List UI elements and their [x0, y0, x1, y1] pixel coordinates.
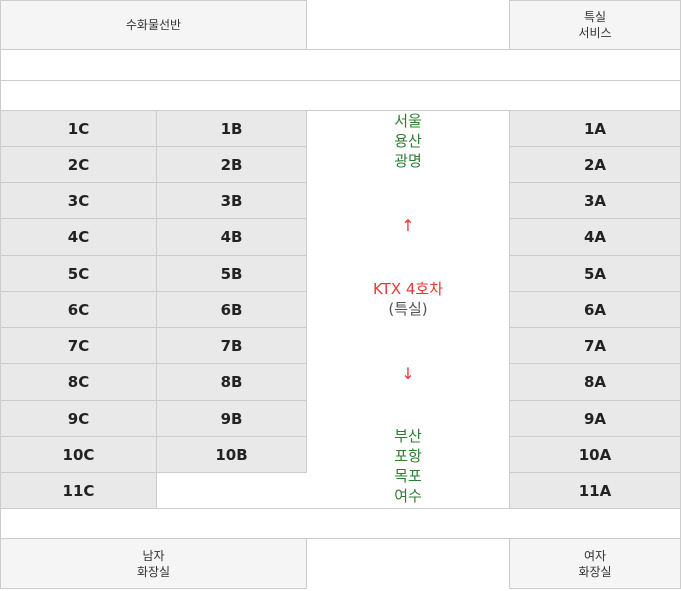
seat-1c[interactable]: 1C [0, 110, 157, 147]
seat-10c[interactable]: 10C [0, 436, 157, 473]
seat-7b[interactable]: 7B [156, 327, 307, 364]
aisle-band-second [0, 80, 681, 111]
station-seoul: 서울 [394, 112, 422, 130]
seat-2c[interactable]: 2C [0, 146, 157, 183]
mens-restroom: 남자 화장실 [0, 538, 307, 589]
seat-10a[interactable]: 10A [509, 436, 681, 473]
aisle-band-top [0, 49, 681, 81]
seat-8c[interactable]: 8C [0, 363, 157, 401]
seat-9b[interactable]: 9B [156, 400, 307, 437]
seat-7a[interactable]: 7A [509, 327, 681, 364]
seat-11a[interactable]: 11A [509, 472, 681, 509]
seat-6b[interactable]: 6B [156, 291, 307, 328]
seat-6c[interactable]: 6C [0, 291, 157, 328]
seat-5a[interactable]: 5A [509, 255, 681, 292]
seat-4a[interactable]: 4A [509, 218, 681, 256]
womens-restroom: 여자 화장실 [509, 538, 681, 589]
up-arrow-icon: ↑ [401, 216, 415, 235]
seat-11c[interactable]: 11C [0, 472, 157, 509]
car-title: KTX 4호차 [372, 280, 444, 298]
station-gwangmyeong: 광명 [394, 152, 422, 170]
station-mokpo: 목포 [394, 467, 422, 485]
luggage-shelf-label: 수화물선반 [125, 18, 182, 32]
seat-5b[interactable]: 5B [156, 255, 307, 292]
down-arrow-icon: ↓ [401, 364, 415, 383]
first-class-service-label-2: 서비스 [578, 26, 612, 40]
seat-8b[interactable]: 8B [156, 363, 307, 401]
aisle-band-bottom [0, 508, 681, 539]
seat-3a[interactable]: 3A [509, 182, 681, 219]
station-yongsan: 용산 [394, 132, 422, 150]
station-pohang: 포항 [394, 447, 422, 465]
seat-9c[interactable]: 9C [0, 400, 157, 437]
seat-4c[interactable]: 4C [0, 218, 157, 256]
south-stations: 부산 포항 목포 여수 [307, 426, 509, 506]
station-busan: 부산 [394, 427, 422, 445]
seat-8a[interactable]: 8A [509, 363, 681, 401]
seat-1b[interactable]: 1B [156, 110, 307, 147]
mens-restroom-label-2: 화장실 [136, 564, 171, 579]
luggage-shelf: 수화물선반 [0, 0, 307, 50]
seat-7c[interactable]: 7C [0, 327, 157, 364]
first-class-service: 특실 서비스 [509, 0, 681, 50]
seat-5c[interactable]: 5C [0, 255, 157, 292]
north-stations: 서울 용산 광명 [307, 111, 509, 171]
car-class: (특실) [388, 300, 428, 318]
first-class-service-label-1: 특실 [583, 10, 607, 24]
seat-10b[interactable]: 10B [156, 436, 307, 473]
seat-3c[interactable]: 3C [0, 182, 157, 219]
seat-3b[interactable]: 3B [156, 182, 307, 219]
seat-2a[interactable]: 2A [509, 146, 681, 183]
station-yeosu: 여수 [394, 487, 422, 505]
womens-restroom-label-1: 여자 [583, 548, 607, 563]
seat-4b[interactable]: 4B [156, 218, 307, 256]
womens-restroom-label-2: 화장실 [578, 564, 612, 579]
seat-6a[interactable]: 6A [509, 291, 681, 328]
seat-2b[interactable]: 2B [156, 146, 307, 183]
car-info: KTX 4호차 (특실) [307, 279, 509, 319]
seat-9a[interactable]: 9A [509, 400, 681, 437]
mens-restroom-label-1: 남자 [142, 548, 165, 563]
seat-1a[interactable]: 1A [509, 110, 681, 147]
